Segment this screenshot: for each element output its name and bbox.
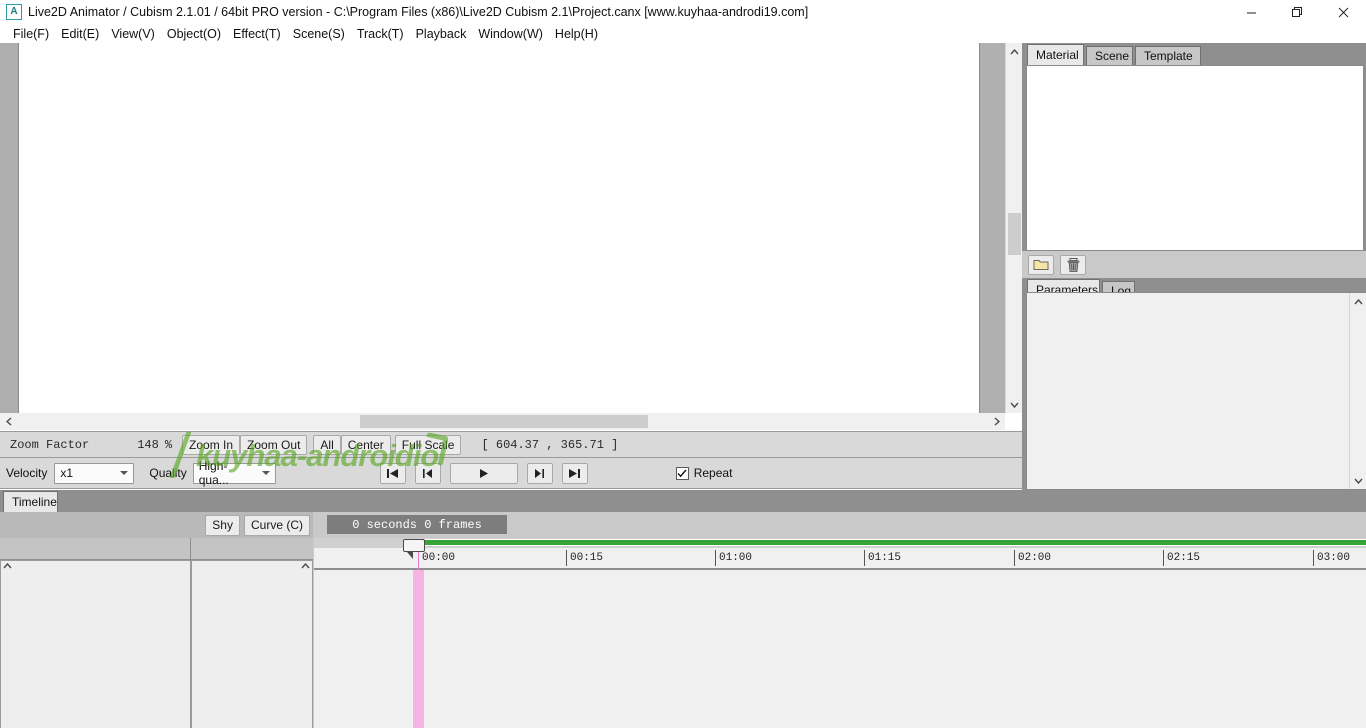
- ruler-tick: 02:00: [1014, 550, 1051, 566]
- repeat-checkbox[interactable]: Repeat: [675, 466, 733, 480]
- velocity-value: x1: [60, 466, 74, 480]
- scroll-right-icon[interactable]: [988, 413, 1005, 430]
- ruler-tick: 03:00: [1313, 550, 1350, 566]
- material-action-bar: [1022, 251, 1366, 278]
- chevron-down-icon: [120, 471, 129, 475]
- menu-bar: File(F) Edit(E) View(V) Object(O) Effect…: [0, 24, 1366, 43]
- menu-item-track[interactable]: Track(T): [351, 25, 410, 43]
- tab-material[interactable]: Material: [1027, 44, 1084, 65]
- timeline-panel: Shy Curve (C) 0 seconds 0 frames 00:00 0…: [0, 512, 1366, 728]
- quality-value: High-qua...: [198, 459, 229, 487]
- repeat-label: Repeat: [693, 466, 733, 480]
- canvas-region: [0, 43, 1022, 413]
- playhead-marker[interactable]: [413, 570, 424, 728]
- timeline-tracks[interactable]: [314, 570, 1366, 728]
- quality-label: Quality: [149, 466, 187, 480]
- menu-item-file[interactable]: File(F): [7, 25, 55, 43]
- zoom-in-button[interactable]: Zoom In: [182, 434, 241, 455]
- timeline-left-subheader: [0, 538, 313, 560]
- step-back-button[interactable]: [414, 462, 441, 484]
- delete-button[interactable]: [1060, 254, 1086, 275]
- ruler-tick: 01:15: [864, 550, 901, 566]
- title-bar: A Live2D Animator / Cubism 2.1.01 / 64bi…: [0, 0, 1366, 24]
- scroll-left-icon[interactable]: [0, 413, 17, 430]
- material-list-panel[interactable]: [1026, 65, 1364, 251]
- property-list-scroll-arrows[interactable]: [299, 561, 312, 728]
- quality-select[interactable]: High-qua...: [192, 459, 276, 487]
- tab-template[interactable]: Template: [1135, 46, 1201, 65]
- scroll-thumb[interactable]: [360, 415, 648, 428]
- scroll-down-icon[interactable]: [1006, 396, 1023, 413]
- zoom-all-button[interactable]: All: [313, 434, 341, 455]
- minimize-icon[interactable]: [1228, 0, 1274, 24]
- timeline-track-area: 0 seconds 0 frames 00:00 00:15 01:00 01:…: [314, 512, 1366, 728]
- close-icon[interactable]: [1320, 0, 1366, 24]
- current-time-display: 0 seconds 0 frames: [327, 515, 507, 534]
- open-folder-button[interactable]: [1028, 254, 1054, 275]
- velocity-select[interactable]: x1: [54, 462, 135, 484]
- curve-button[interactable]: Curve (C): [243, 514, 310, 536]
- playhead-handle[interactable]: [403, 539, 425, 559]
- timeline-ruler[interactable]: 00:00 00:15 01:00 01:15 02:00 02:15 03:0…: [314, 538, 1366, 570]
- zoom-factor-unit: %: [164, 437, 173, 452]
- menu-item-edit[interactable]: Edit(E): [55, 25, 105, 43]
- playback-toolbar: Velocity x1 Quality High-qua... Repeat: [0, 458, 1022, 489]
- restore-icon[interactable]: [1274, 0, 1320, 24]
- checkbox-box[interactable]: [675, 466, 689, 480]
- window-title: Live2D Animator / Cubism 2.1.01 / 64bit …: [28, 5, 809, 19]
- cursor-coordinates: [ 604.37 , 365.71 ]: [481, 437, 619, 452]
- canvas-vertical-scrollbar[interactable]: [1005, 43, 1023, 413]
- zoom-factor-label: Zoom Factor: [10, 437, 90, 452]
- timeline-property-list[interactable]: [191, 560, 313, 728]
- ruler-tick: 00:15: [566, 550, 603, 566]
- step-forward-button[interactable]: [526, 462, 553, 484]
- app-icon: A: [6, 4, 22, 20]
- chevron-down-icon: [261, 471, 270, 475]
- left-column: Zoom Factor 148 % Zoom In Zoom Out All C…: [0, 43, 1023, 490]
- menu-item-window[interactable]: Window(W): [472, 25, 549, 43]
- ruler-tick: 00:00: [418, 550, 455, 566]
- window-controls: [1228, 0, 1366, 24]
- menu-item-object[interactable]: Object(O): [161, 25, 227, 43]
- canvas-horizontal-scrollbar[interactable]: [0, 413, 1005, 430]
- go-to-end-button[interactable]: [561, 462, 588, 484]
- scroll-up-icon[interactable]: [1006, 43, 1023, 60]
- scroll-up-icon[interactable]: [1350, 293, 1366, 310]
- timeline-tick-row: 00:00 00:15 01:00 01:15 02:00 02:15 03:0…: [314, 548, 1366, 569]
- menu-item-effect[interactable]: Effect(T): [227, 25, 287, 43]
- play-button[interactable]: [449, 462, 518, 484]
- zoom-center-button[interactable]: Center: [340, 434, 391, 455]
- canvas-left-gutter: [0, 43, 18, 413]
- application-window: A Live2D Animator / Cubism 2.1.01 / 64bi…: [0, 0, 1366, 728]
- tab-scene[interactable]: Scene: [1086, 46, 1133, 65]
- main-area: Zoom Factor 148 % Zoom In Zoom Out All C…: [0, 43, 1366, 728]
- zoom-toolbar: Zoom Factor 148 % Zoom In Zoom Out All C…: [0, 431, 1022, 458]
- parameters-vertical-scrollbar[interactable]: [1349, 293, 1366, 489]
- object-list-scroll-arrows[interactable]: [1, 561, 14, 728]
- scroll-thumb[interactable]: [1008, 213, 1021, 255]
- zoom-full-scale-button[interactable]: Full Scale: [394, 434, 462, 455]
- zoom-factor-value: 148: [137, 437, 159, 452]
- menu-item-scene[interactable]: Scene(S): [287, 25, 351, 43]
- ruler-tick: 01:00: [715, 550, 752, 566]
- canvas-viewport[interactable]: [18, 43, 980, 413]
- work-area-bar[interactable]: [406, 539, 1366, 546]
- right-column: Material Scene Template Parameters Log: [1022, 43, 1366, 490]
- timeline-tabstrip: Timeline: [0, 490, 1366, 512]
- shy-button[interactable]: Shy: [205, 514, 240, 536]
- velocity-label: Velocity: [6, 466, 48, 480]
- timeline-object-list[interactable]: [0, 560, 191, 728]
- parameters-list[interactable]: [1027, 293, 1348, 489]
- timeline-left-header: Shy Curve (C): [0, 512, 313, 538]
- go-to-start-button[interactable]: [379, 462, 406, 484]
- parameters-panel[interactable]: [1026, 292, 1366, 490]
- ruler-tick: 02:15: [1163, 550, 1200, 566]
- scroll-down-icon[interactable]: [1350, 472, 1366, 489]
- zoom-out-button[interactable]: Zoom Out: [240, 434, 308, 455]
- menu-item-help[interactable]: Help(H): [549, 25, 604, 43]
- material-tabstrip: Material Scene Template: [1022, 43, 1366, 65]
- menu-item-view[interactable]: View(V): [105, 25, 161, 43]
- menu-item-playback[interactable]: Playback: [410, 25, 473, 43]
- tab-timeline[interactable]: Timeline: [3, 491, 58, 512]
